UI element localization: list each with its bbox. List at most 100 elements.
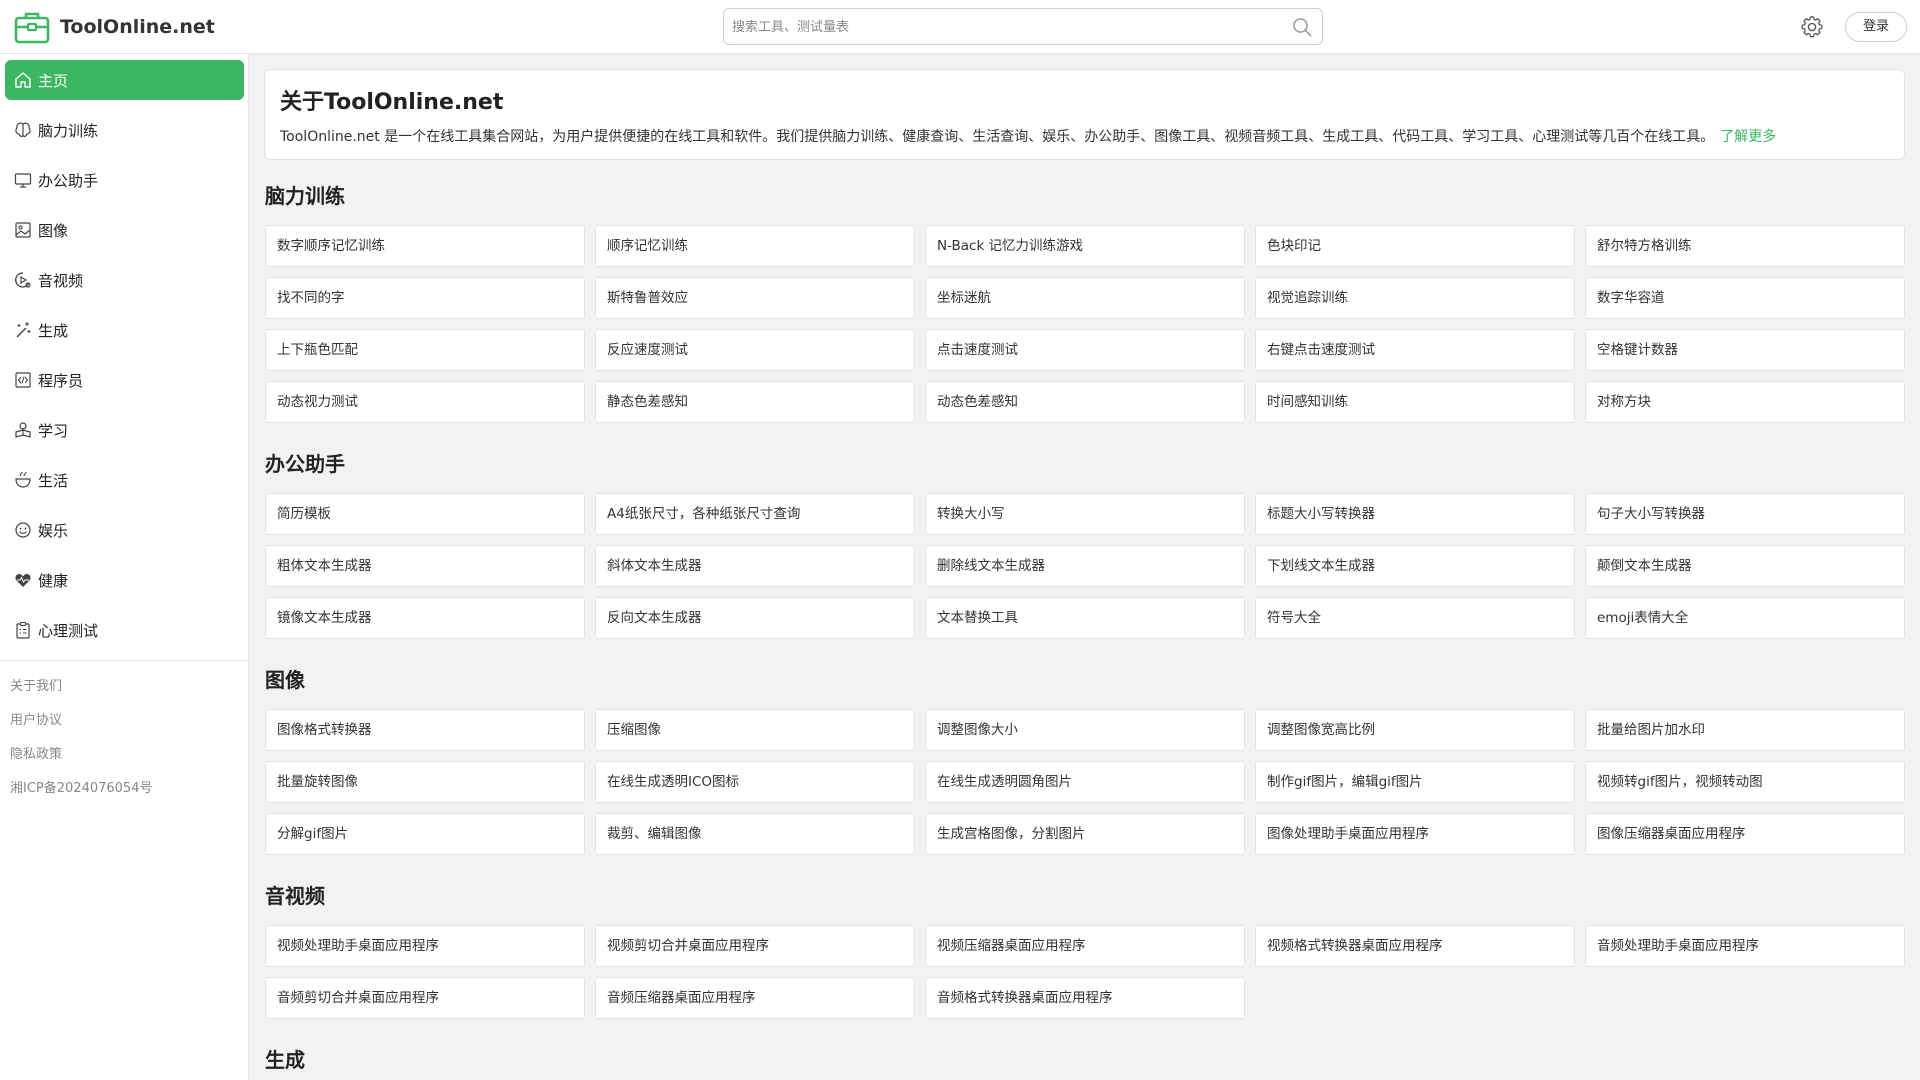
tool-card[interactable]: 斜体文本生成器: [595, 545, 915, 587]
about-card: 关于ToolOnline.net ToolOnline.net 是一个在线工具集…: [264, 69, 1905, 160]
user-agreement-link[interactable]: 用户协议: [10, 709, 62, 728]
tool-card[interactable]: 数字顺序记忆训练: [265, 225, 585, 267]
tool-card[interactable]: 生成宫格图像，分割图片: [925, 813, 1245, 855]
tool-card[interactable]: 图像格式转换器: [265, 709, 585, 751]
tool-card[interactable]: 反应速度测试: [595, 329, 915, 371]
sidebar-item-programmer[interactable]: 程序员: [5, 360, 244, 400]
about-description: ToolOnline.net 是一个在线工具集合网站，为用户提供便捷的在线工具和…: [280, 129, 1715, 145]
sidebar-item-health[interactable]: 健康: [5, 560, 244, 600]
learning-icon: [13, 420, 33, 440]
tool-card[interactable]: 对称方块: [1585, 381, 1905, 423]
sidebar-item-label: 学习: [38, 421, 69, 440]
section-title: 办公助手: [265, 452, 345, 476]
sidebar-item-image[interactable]: 图像: [5, 210, 244, 250]
tool-card[interactable]: 视频转gif图片，视频转动图: [1585, 761, 1905, 803]
tool-card[interactable]: 空格键计数器: [1585, 329, 1905, 371]
tool-card[interactable]: 静态色差感知: [595, 381, 915, 423]
login-button[interactable]: 登录: [1845, 12, 1907, 42]
site-name[interactable]: ToolOnline.net: [60, 16, 215, 38]
top-header: ToolOnline.net 登录: [0, 0, 1920, 54]
site-logo[interactable]: ToolOnline.net: [14, 10, 215, 44]
tool-card[interactable]: 下划线文本生成器: [1255, 545, 1575, 587]
tool-card[interactable]: 音频处理助手桌面应用程序: [1585, 925, 1905, 967]
tool-card[interactable]: 调整图像大小: [925, 709, 1245, 751]
sidebar-item-label: 程序员: [38, 371, 84, 390]
tool-card[interactable]: 视频压缩器桌面应用程序: [925, 925, 1245, 967]
code-icon: [13, 370, 33, 390]
sidebar-item-home[interactable]: 主页: [5, 60, 244, 100]
tool-card[interactable]: 色块印记: [1255, 225, 1575, 267]
tool-card[interactable]: 时间感知训练: [1255, 381, 1575, 423]
tool-card[interactable]: 颠倒文本生成器: [1585, 545, 1905, 587]
tool-card[interactable]: 镜像文本生成器: [265, 597, 585, 639]
tool-card[interactable]: 制作gif图片，编辑gif图片: [1255, 761, 1575, 803]
sidebar-item-label: 图像: [38, 221, 69, 240]
tool-card[interactable]: 在线生成透明圆角图片: [925, 761, 1245, 803]
heart-icon: [13, 570, 33, 590]
tool-card[interactable]: 动态色差感知: [925, 381, 1245, 423]
tool-card[interactable]: 右键点击速度测试: [1255, 329, 1575, 371]
tool-card[interactable]: 在线生成透明ICO图标: [595, 761, 915, 803]
tool-card[interactable]: 批量给图片加水印: [1585, 709, 1905, 751]
tool-card[interactable]: 删除线文本生成器: [925, 545, 1245, 587]
smile-icon: [13, 520, 33, 540]
sidebar-item-generate[interactable]: 生成: [5, 310, 244, 350]
sidebar-item-media[interactable]: 音视频: [5, 260, 244, 300]
tool-card[interactable]: 批量旋转图像: [265, 761, 585, 803]
sidebar-item-label: 生活: [38, 471, 69, 490]
tool-card[interactable]: N-Back 记忆力训练游戏: [925, 225, 1245, 267]
tool-card[interactable]: 动态视力测试: [265, 381, 585, 423]
sidebar-item-life[interactable]: 生活: [5, 460, 244, 500]
tool-card[interactable]: 图像压缩器桌面应用程序: [1585, 813, 1905, 855]
image-icon: [13, 220, 33, 240]
tool-card[interactable]: 句子大小写转换器: [1585, 493, 1905, 535]
sidebar-item-office[interactable]: 办公助手: [5, 160, 244, 200]
tool-card[interactable]: 视觉追踪训练: [1255, 277, 1575, 319]
tool-card[interactable]: 文本替换工具: [925, 597, 1245, 639]
tool-card[interactable]: 上下瓶色匹配: [265, 329, 585, 371]
magic-wand-icon: [13, 320, 33, 340]
tool-card[interactable]: 标题大小写转换器: [1255, 493, 1575, 535]
tool-card[interactable]: 符号大全: [1255, 597, 1575, 639]
tool-card[interactable]: 音频压缩器桌面应用程序: [595, 977, 915, 1019]
sidebar-item-psych-test[interactable]: 心理测试: [5, 610, 244, 650]
tool-card[interactable]: 舒尔特方格训练: [1585, 225, 1905, 267]
tool-card[interactable]: 裁剪、编辑图像: [595, 813, 915, 855]
about-title: 关于ToolOnline.net: [280, 90, 504, 115]
tool-card[interactable]: 音频剪切合并桌面应用程序: [265, 977, 585, 1019]
tool-card[interactable]: emoji表情大全: [1585, 597, 1905, 639]
tool-card[interactable]: 顺序记忆训练: [595, 225, 915, 267]
tool-card[interactable]: 视频处理助手桌面应用程序: [265, 925, 585, 967]
learn-more-link[interactable]: 了解更多: [1720, 129, 1776, 145]
privacy-policy-link[interactable]: 隐私政策: [10, 743, 62, 762]
about-us-link[interactable]: 关于我们: [10, 675, 62, 694]
tool-card[interactable]: 找不同的字: [265, 277, 585, 319]
gear-icon[interactable]: [1800, 15, 1824, 39]
tool-card[interactable]: 压缩图像: [595, 709, 915, 751]
sidebar: 主页 脑力训练 办公助手 图像 音视频 生成 程序员 学习 生活 娱乐 健康 心…: [0, 54, 249, 1080]
tool-card[interactable]: 调整图像宽高比例: [1255, 709, 1575, 751]
tool-card[interactable]: 简历模板: [265, 493, 585, 535]
sidebar-item-learning[interactable]: 学习: [5, 410, 244, 450]
search-icon[interactable]: [1292, 17, 1312, 37]
tool-card[interactable]: 转换大小写: [925, 493, 1245, 535]
tool-card[interactable]: 音频格式转换器桌面应用程序: [925, 977, 1245, 1019]
tool-card[interactable]: 数字华容道: [1585, 277, 1905, 319]
toolbox-icon: [14, 12, 50, 44]
search-input[interactable]: [730, 9, 1274, 46]
search-box[interactable]: [723, 8, 1323, 46]
tool-card[interactable]: A4纸张尺寸，各种纸张尺寸查询: [595, 493, 915, 535]
tool-card[interactable]: 视频剪切合并桌面应用程序: [595, 925, 915, 967]
tool-card[interactable]: 坐标迷航: [925, 277, 1245, 319]
tool-card[interactable]: 图像处理助手桌面应用程序: [1255, 813, 1575, 855]
sidebar-item-entertainment[interactable]: 娱乐: [5, 510, 244, 550]
tool-card[interactable]: 分解gif图片: [265, 813, 585, 855]
tool-card[interactable]: 反向文本生成器: [595, 597, 915, 639]
tool-card[interactable]: 点击速度测试: [925, 329, 1245, 371]
tool-card[interactable]: 视频格式转换器桌面应用程序: [1255, 925, 1575, 967]
sidebar-item-brain-training[interactable]: 脑力训练: [5, 110, 244, 150]
tool-card[interactable]: 粗体文本生成器: [265, 545, 585, 587]
sidebar-item-label: 娱乐: [38, 521, 69, 540]
icp-record-link[interactable]: 湘ICP备2024076054号: [10, 777, 152, 796]
tool-card[interactable]: 斯特鲁普效应: [595, 277, 915, 319]
